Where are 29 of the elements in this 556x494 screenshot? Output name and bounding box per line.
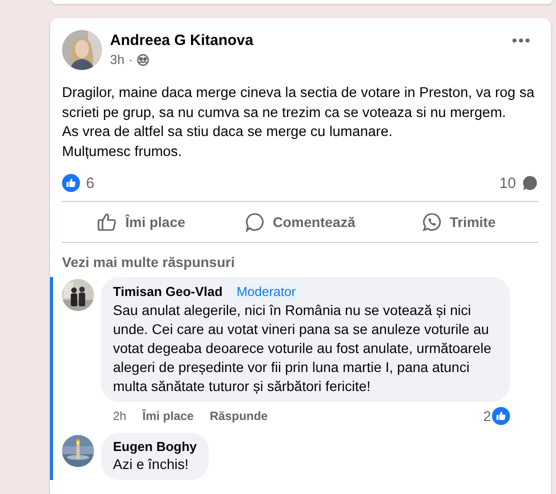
thumbs-up-icon xyxy=(97,212,118,232)
group-icon xyxy=(136,54,149,66)
more-options-icon[interactable] xyxy=(512,38,530,43)
comment-count[interactable]: 10 xyxy=(499,174,516,192)
comment-time[interactable]: 2h xyxy=(113,409,126,423)
speech-bubble-icon xyxy=(522,175,538,191)
comment-author[interactable]: Timisan Geo-Vlad xyxy=(113,284,223,299)
moderator-badge: Moderator xyxy=(232,283,300,300)
comment-text: Sau anulat alegerile, nici în România nu se votează și nici unde. Cei care au votat vineri pana sa se anuleze voturile au votat degeaba deoarece voturile au fost anulate, următoarele alegeri de președinte vor fii prin luna martie I, pana atunci multa sănătate tuturor și sărbători fericite! xyxy=(113,301,492,396)
like-link[interactable]: Îmi place xyxy=(142,409,194,423)
comment-button[interactable]: Comentează xyxy=(220,202,380,242)
post-time[interactable]: 3h xyxy=(110,52,124,67)
comment-text: Azi e închis! xyxy=(113,455,190,474)
author-name[interactable]: Andreea G Kitanova xyxy=(110,32,504,49)
post-text: Dragilor, maine daca merge cineva la sectia de votare in Preston, va rog sa scrieti pe grup, sa nu cumva sa ne trezim ca se voteaza si nu mergem. xyxy=(62,84,536,122)
comment-author[interactable]: Eugen Boghy xyxy=(113,439,197,454)
reply-link[interactable]: Răspunde xyxy=(210,409,268,423)
like-reaction-icon xyxy=(492,407,510,425)
like-button[interactable]: Îmi place xyxy=(62,202,221,242)
like-reaction-icon xyxy=(62,174,80,192)
separator-dot: · xyxy=(128,52,133,67)
reaction-count: 2 xyxy=(483,408,491,424)
post-text: Mulțumesc frumos. xyxy=(62,142,183,162)
post-text: As vrea de altfel sa stiu daca se merge cu lumanare. xyxy=(62,123,394,142)
reaction-count[interactable]: 6 xyxy=(86,174,94,192)
comment-icon xyxy=(244,212,265,232)
more-replies-link[interactable]: Vezi mai multe răspunsuri xyxy=(62,254,235,270)
chat-phone-icon xyxy=(422,212,442,232)
share-button[interactable]: Trimite xyxy=(379,202,538,242)
